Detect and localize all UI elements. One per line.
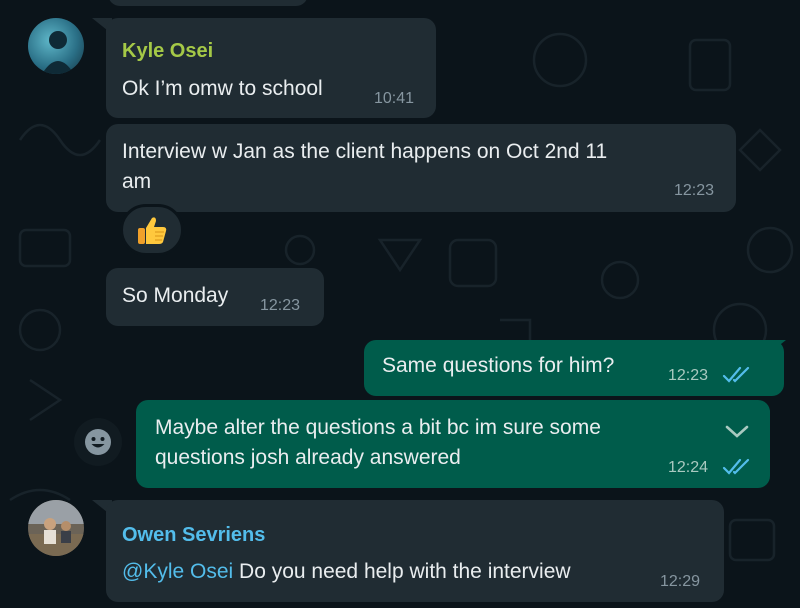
reaction-badge[interactable]: 👍 — [120, 204, 184, 256]
react-button[interactable] — [74, 418, 122, 466]
message-time: 10:41 — [374, 90, 415, 107]
message-bubble-kyle-1[interactable]: Kyle Osei Ok I’m omw to school 10:41 — [106, 18, 436, 118]
sender-name[interactable]: Owen Sevriens — [122, 524, 265, 547]
avatar-kyle-osei[interactable] — [28, 18, 84, 74]
message-bubble-self-1[interactable]: Same questions for him? 12:23 — [364, 340, 784, 396]
message-text-line-1: Maybe alter the questions a bit bc im su… — [155, 416, 601, 439]
message-time: 12:29 — [660, 573, 701, 590]
message-text-line-2: am — [122, 170, 152, 193]
mention-link[interactable]: @Kyle Osei — [122, 560, 233, 583]
chevron-down-icon[interactable] — [724, 423, 750, 441]
message-text: Same questions for him? — [382, 354, 615, 377]
message-text: So Monday — [122, 284, 229, 307]
message-time: 12:23 — [260, 297, 301, 314]
message-text-line-1: Interview w Jan as the client happens on… — [122, 140, 608, 163]
previous-message-bubble — [108, 0, 308, 6]
message-text-line-2: questions josh already answered — [155, 446, 461, 469]
message-bubble-kyle-3[interactable]: So Monday 12:23 — [106, 268, 324, 326]
message-bubble-kyle-2[interactable]: Interview w Jan as the client happens on… — [106, 124, 736, 212]
avatar-owen-sevriens[interactable] — [28, 500, 84, 556]
message-text: @Kyle Osei Do you need help with the int… — [122, 557, 571, 587]
double-check-icon — [722, 458, 750, 475]
hover-fade — [656, 410, 770, 450]
message-time: 12:23 — [668, 367, 709, 384]
double-check-icon — [722, 366, 750, 383]
message-text: Ok I’m omw to school — [122, 77, 323, 100]
smiley-icon — [85, 429, 111, 455]
message-time: 12:23 — [674, 182, 715, 199]
message-bubble-self-2[interactable]: Maybe alter the questions a bit bc im su… — [136, 400, 770, 488]
thumbs-up-emoji — [138, 217, 167, 244]
sender-name[interactable]: Kyle Osei — [122, 40, 213, 63]
message-text-body: Do you need help with the interview — [233, 560, 571, 583]
message-bubble-owen-1[interactable]: Owen Sevriens @Kyle Osei Do you need hel… — [106, 500, 724, 602]
message-time: 12:24 — [668, 459, 709, 476]
